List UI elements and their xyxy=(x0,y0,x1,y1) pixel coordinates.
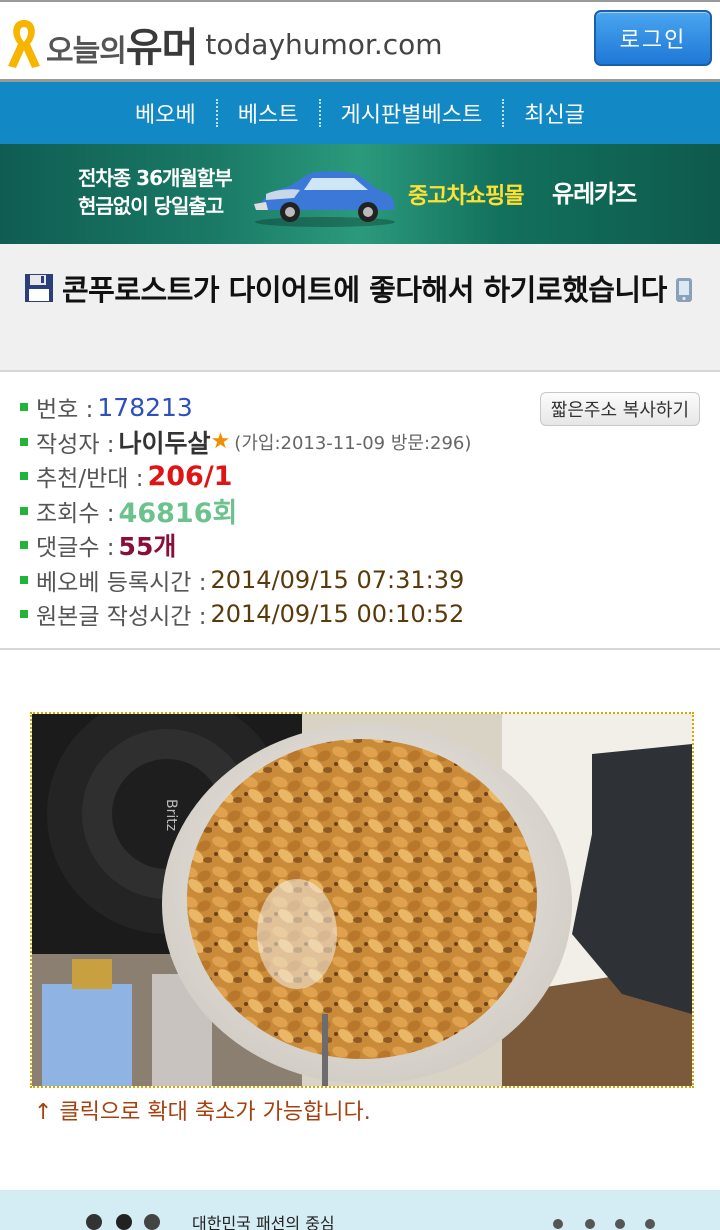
floppy-disk-icon xyxy=(25,274,53,302)
people-figures-image xyxy=(86,1214,160,1230)
site-logo[interactable]: 오늘의유머 todayhumor.com xyxy=(4,14,443,74)
post-number: 178213 xyxy=(97,392,193,422)
best-time-label: 베오베 등록시간 : xyxy=(36,569,207,596)
comments-label: 댓글수 : xyxy=(36,535,115,562)
nav-item-bestofbest[interactable]: 베오베 xyxy=(115,97,216,129)
votes-value: 206/1 xyxy=(147,460,233,492)
nav-item-board-best[interactable]: 게시판별베스트 xyxy=(321,97,503,129)
bullet-icon xyxy=(20,541,28,550)
bullet-icon xyxy=(20,575,28,584)
post-title-text: 콘푸로스트가 다이어트에 좋다해서 하기로했습니다 xyxy=(62,273,667,307)
author-label: 작성자 : xyxy=(36,431,115,458)
cornflakes-photo: Britz xyxy=(32,714,692,1086)
post-info: 짧은주소 복사하기 번호 : 178213 작성자 : 나이두살 ★ (가입:20… xyxy=(0,372,720,650)
original-time-value: 2014/09/15 00:10:52 xyxy=(210,600,465,629)
zoom-hint: ↑ 클릭으로 확대 축소가 가능합니다. xyxy=(34,1100,371,1125)
bullet-icon xyxy=(20,472,28,481)
login-button[interactable]: 로그인 xyxy=(594,10,712,66)
post-title-block: 콘푸로스트가 다이어트에 좋다해서 하기로했습니다 xyxy=(0,244,720,372)
info-row-author: 작성자 : 나이두살 ★ (가입:2013-11-09 방문:296) xyxy=(20,425,700,460)
banner-line-2: 현금없이 당일출고 xyxy=(78,194,224,218)
mobile-phone-icon xyxy=(675,278,692,302)
info-row-views: 조회수 : 46816회 xyxy=(20,494,700,529)
bullet-icon xyxy=(20,437,28,446)
bottom-ad-banner[interactable]: 대한민국 패션의 중심 xyxy=(0,1190,720,1230)
nav-item-latest[interactable]: 최신글 xyxy=(504,97,605,129)
info-row-comments: 댓글수 : 55개 xyxy=(20,528,700,563)
best-time-value: 2014/09/15 07:31:39 xyxy=(210,565,465,594)
views-label: 조회수 : xyxy=(36,500,115,527)
post-title: 콘푸로스트가 다이어트에 좋다해서 하기로했습니다 xyxy=(24,270,696,311)
ad-banner[interactable]: 전차종 36개월할부 현금없이 당일출고 중고차쇼핑몰 유레카즈 xyxy=(0,144,720,244)
bullet-icon xyxy=(20,403,28,412)
logo-korean-big: 유머 xyxy=(125,25,199,71)
original-time-label: 원본글 작성시간 : xyxy=(36,604,207,631)
nav-item-best[interactable]: 베스트 xyxy=(218,97,319,129)
banner-brand: 유레카즈 xyxy=(552,180,637,208)
votes-label: 추천/반대 : xyxy=(36,466,144,493)
post-image[interactable]: Britz xyxy=(30,712,694,1088)
banner-used-car-mall: 중고차쇼핑몰 xyxy=(408,184,524,209)
people-figures-image xyxy=(553,1219,655,1229)
logo-english: todayhumor.com xyxy=(205,27,443,61)
site-header: 오늘의유머 todayhumor.com 로그인 xyxy=(0,0,720,82)
author-name[interactable]: 나이두살 xyxy=(119,424,211,460)
info-row-original-time: 원본글 작성시간 : 2014/09/15 00:10:52 xyxy=(20,597,700,632)
main-nav: 베오베 베스트 게시판별베스트 최신글 xyxy=(0,82,720,144)
number-label: 번호 : xyxy=(36,397,94,424)
comments-value: 55개 xyxy=(118,532,177,562)
views-value: 46816회 xyxy=(118,498,238,530)
speaker-brand-text: Britz xyxy=(163,799,179,831)
info-row-votes: 추천/반대 : 206/1 xyxy=(20,459,700,494)
logo-korean: 오늘의유머 xyxy=(46,15,199,73)
bullet-icon xyxy=(20,506,28,515)
bottom-ad-text: 대한민국 패션의 중심 xyxy=(192,1214,335,1230)
yellow-ribbon-icon xyxy=(4,16,44,72)
author-meta: (가입:2013-11-09 방문:296) xyxy=(234,432,472,454)
copy-short-url-button[interactable]: 짧은주소 복사하기 xyxy=(539,392,700,426)
star-icon: ★ xyxy=(210,429,231,455)
car-image xyxy=(254,171,395,227)
banner-promo-text: 전차종 36개월할부 현금없이 당일출고 xyxy=(78,164,233,220)
bullet-icon xyxy=(20,610,28,619)
banner-line-1: 전차종 36개월할부 xyxy=(78,166,233,190)
info-row-best-time: 베오베 등록시간 : 2014/09/15 07:31:39 xyxy=(20,563,700,598)
logo-korean-small: 오늘의 xyxy=(46,34,127,69)
